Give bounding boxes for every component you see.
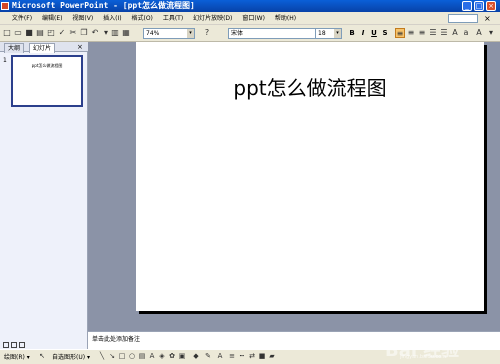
tab-outline[interactable]: 大纲 [4, 43, 25, 53]
ask-question-box[interactable] [448, 14, 478, 23]
menu-file[interactable]: 文件(F) [8, 12, 36, 25]
underline-button[interactable]: U [369, 28, 379, 38]
maximize-button[interactable]: □ [474, 1, 484, 11]
menu-insert[interactable]: 插入(I) [99, 12, 125, 25]
font-size-select[interactable]: 18 ▾ [315, 28, 342, 39]
tab-slides[interactable]: 幻灯片 [29, 43, 56, 53]
notes-placeholder[interactable]: 单击此处添加备注 [92, 334, 140, 343]
arrow-icon[interactable]: ↘ [108, 352, 116, 360]
thumbnail-title: ppt怎么做流程图 [31, 63, 63, 68]
font-size-value: 18 [318, 30, 326, 37]
line-style-icon[interactable]: ≡ [228, 352, 236, 360]
3d-style-icon[interactable]: ▰ [268, 352, 276, 360]
menu-slideshow[interactable]: 幻灯片放映(D) [189, 12, 236, 25]
textbox-icon[interactable]: ▤ [138, 352, 146, 360]
fill-color-icon[interactable]: ◆ [192, 352, 200, 360]
pane-tabs: 大纲 幻灯片 [0, 42, 88, 53]
minimize-button[interactable]: _ [462, 1, 472, 11]
cut-icon[interactable]: ✂ [68, 28, 78, 38]
undo-icon[interactable]: ↶ [90, 28, 100, 38]
rectangle-icon[interactable]: □ [118, 352, 126, 360]
autoshapes-menu[interactable]: 自选图形(U) ▾ [52, 352, 90, 361]
diagram-icon[interactable]: ◈ [158, 352, 166, 360]
slide-title[interactable]: ppt怎么做流程图 [136, 72, 484, 101]
font-color-draw-icon[interactable]: A [216, 352, 224, 360]
bold-button[interactable]: B [347, 28, 357, 38]
picture-icon[interactable]: ▣ [178, 352, 186, 360]
numbering-icon[interactable]: ☰ [428, 28, 438, 38]
bullets-icon[interactable]: ☰ [439, 28, 449, 38]
baidu-watermark-url: jingyan.baidu.com [400, 354, 447, 360]
toolbar: □ ▭ ■ ▤ ◰ ✓ ✂ ❐ ↶ ▾ ▥ ▦ 74% ▾ ? 宋体 ▾ 18 … [0, 25, 500, 42]
slideshow-view-icon[interactable] [19, 342, 25, 348]
italic-button[interactable]: I [358, 28, 368, 38]
menu-format[interactable]: 格式(O) [127, 12, 156, 25]
save-icon[interactable]: ■ [24, 28, 34, 38]
line-icon[interactable]: ╲ [98, 352, 106, 360]
chevron-down-icon[interactable]: ▾ [486, 28, 496, 38]
align-center-icon[interactable]: ≡ [406, 28, 416, 38]
slide-number: 1 [3, 57, 7, 64]
print-icon[interactable]: ▤ [35, 28, 45, 38]
zoom-select[interactable]: 74% ▾ [143, 28, 195, 39]
shadow-style-icon[interactable]: ■ [258, 352, 266, 360]
menu-tools[interactable]: 工具(T) [159, 12, 187, 25]
insert-table-icon[interactable]: ▦ [121, 28, 131, 38]
font-value: 宋体 [231, 30, 244, 37]
shadow-button[interactable]: S [380, 28, 390, 38]
menu-view[interactable]: 视图(V) [68, 12, 97, 25]
powerpoint-app-icon[interactable] [1, 2, 9, 10]
menu-window[interactable]: 窗口(W) [238, 12, 269, 25]
preview-icon[interactable]: ◰ [46, 28, 56, 38]
decrease-font-icon[interactable]: a [461, 28, 471, 38]
pane-close-icon[interactable]: × [77, 42, 83, 52]
normal-view-icon[interactable] [3, 342, 9, 348]
sorter-view-icon[interactable] [11, 342, 17, 348]
font-color-icon[interactable]: A [474, 28, 484, 38]
line-color-icon[interactable]: ✎ [204, 352, 212, 360]
arrow-style-icon[interactable]: ⇄ [248, 352, 256, 360]
draw-menu[interactable]: 绘图(R) ▾ [4, 352, 30, 361]
select-arrow-icon[interactable]: ↖ [38, 352, 46, 360]
menu-edit[interactable]: 编辑(E) [38, 12, 66, 25]
zoom-value: 74% [146, 30, 160, 37]
title-bar: Microsoft PowerPoint - [ppt怎么做流程图] [0, 0, 500, 12]
new-icon[interactable]: □ [2, 28, 12, 38]
copy-icon[interactable]: ❐ [79, 28, 89, 38]
insert-chart-icon[interactable]: ▥ [110, 28, 120, 38]
chevron-down-icon: ▾ [187, 29, 194, 38]
close-window-button[interactable]: × [486, 1, 496, 11]
window-title: Microsoft PowerPoint - [ppt怎么做流程图] [12, 1, 195, 10]
close-document-icon[interactable]: × [484, 13, 491, 24]
wordart-icon[interactable]: A [148, 352, 156, 360]
open-icon[interactable]: ▭ [13, 28, 23, 38]
chevron-down-icon: ▾ [334, 29, 341, 38]
increase-font-icon[interactable]: A [450, 28, 460, 38]
spelling-icon[interactable]: ✓ [57, 28, 67, 38]
oval-icon[interactable]: ○ [128, 352, 136, 360]
align-right-icon[interactable]: ≡ [417, 28, 427, 38]
menu-help[interactable]: 帮助(H) [271, 12, 300, 25]
dash-style-icon[interactable]: ┅ [238, 352, 246, 360]
align-left-icon[interactable]: ≡ [395, 28, 405, 38]
clipart-icon[interactable]: ✿ [168, 352, 176, 360]
menu-bar: 文件(F) 编辑(E) 视图(V) 插入(I) 格式(O) 工具(T) 幻灯片放… [0, 12, 500, 25]
help-icon[interactable]: ? [202, 28, 212, 38]
